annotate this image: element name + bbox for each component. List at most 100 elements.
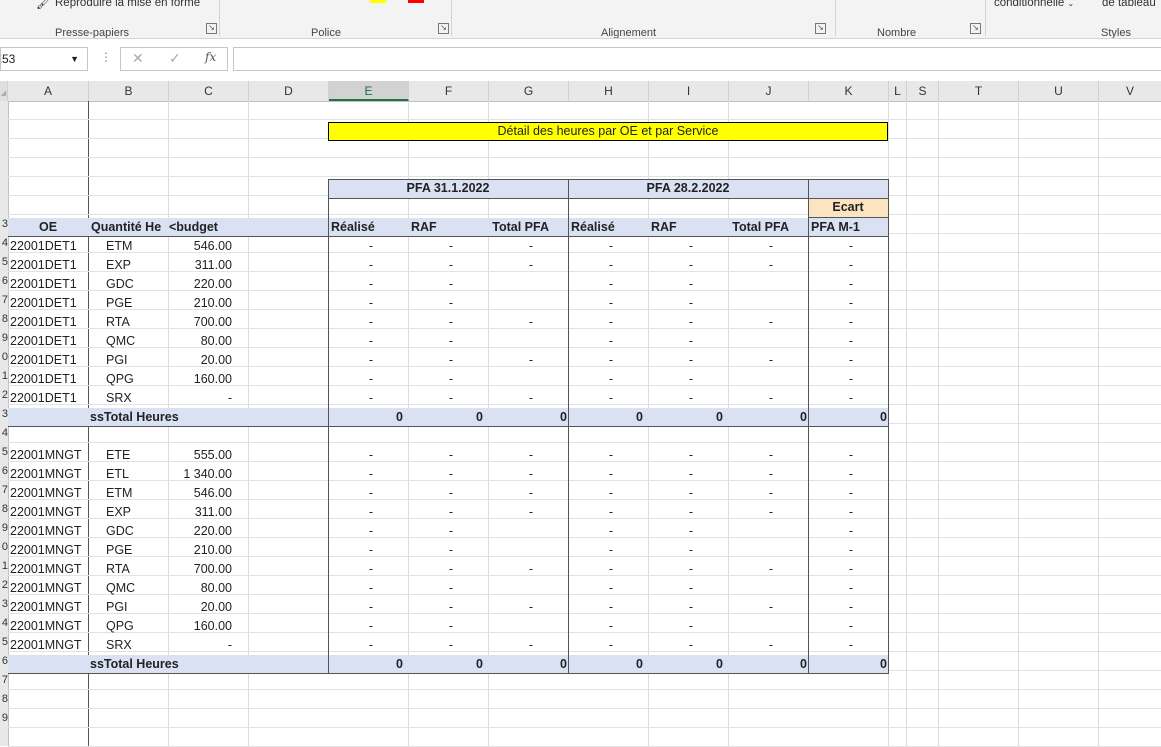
cell-total-2[interactable]: - [729, 598, 777, 617]
cell-raf-1[interactable]: - [409, 617, 457, 636]
cell-service[interactable]: SRX [106, 636, 168, 655]
cell-service[interactable]: QMC [106, 579, 168, 598]
header-pfa-m1[interactable]: PFA M-1 [811, 218, 889, 237]
cell-realise-1[interactable]: - [329, 446, 377, 465]
format-painter-icon[interactable]: 🖌 [36, 0, 51, 10]
cell-pfa-m1[interactable]: - [809, 503, 857, 522]
cell-total-1[interactable] [489, 522, 537, 541]
cell-service[interactable]: QPG [106, 617, 168, 636]
row-header[interactable]: 1 [0, 370, 8, 382]
cell-budget[interactable]: 80.00 [169, 579, 236, 598]
cell-pfa-m1[interactable]: - [809, 541, 857, 560]
column-header-k[interactable]: K [809, 81, 889, 101]
subtotal-value[interactable]: 0 [729, 655, 809, 674]
cell-raf-2[interactable]: - [649, 389, 697, 408]
cell-total-1[interactable] [489, 332, 537, 351]
cell-total-2[interactable] [729, 275, 777, 294]
cell-total-2[interactable] [729, 617, 777, 636]
cell-service[interactable]: QMC [106, 332, 168, 351]
cell-realise-1[interactable]: - [329, 351, 377, 370]
cell-realise-2[interactable]: - [569, 503, 617, 522]
formula-input[interactable] [233, 47, 1161, 71]
ecart-header[interactable]: Ecart [808, 198, 888, 217]
subtotal-value[interactable]: 0 [569, 655, 647, 674]
cell-budget[interactable]: 20.00 [169, 351, 236, 370]
cell-budget[interactable]: 220.00 [169, 522, 236, 541]
more-options-icon[interactable]: ⋮ [100, 50, 112, 64]
cell-budget[interactable]: 700.00 [169, 560, 236, 579]
insert-function-icon[interactable]: fx [205, 50, 216, 64]
cell-total-2[interactable]: - [729, 465, 777, 484]
cell-oe[interactable]: 22001DET1 [10, 370, 88, 389]
cell-raf-2[interactable]: - [649, 294, 697, 313]
cell-budget[interactable]: 546.00 [169, 484, 236, 503]
cell-total-1[interactable] [489, 541, 537, 560]
subtotal-value[interactable]: 0 [409, 655, 487, 674]
cell-budget[interactable]: 220.00 [169, 275, 236, 294]
period-1-header[interactable]: PFA 31.1.2022 [328, 179, 568, 198]
column-header-v[interactable]: V [1099, 81, 1161, 101]
cell-total-2[interactable]: - [729, 256, 777, 275]
header-budget[interactable]: <budget [169, 218, 249, 237]
cell-raf-2[interactable]: - [649, 313, 697, 332]
row-header[interactable]: 5 [0, 256, 8, 268]
cell-total-2[interactable]: - [729, 313, 777, 332]
cell-budget[interactable]: 555.00 [169, 446, 236, 465]
cell-raf-1[interactable]: - [409, 484, 457, 503]
cell-oe[interactable]: 22001DET1 [10, 294, 88, 313]
cell-total-1[interactable]: - [489, 389, 537, 408]
column-header-u[interactable]: U [1019, 81, 1099, 101]
cell-pfa-m1[interactable]: - [809, 237, 857, 256]
cell-realise-1[interactable]: - [329, 275, 377, 294]
cell-raf-2[interactable]: - [649, 465, 697, 484]
cell-realise-2[interactable]: - [569, 560, 617, 579]
cell-raf-2[interactable]: - [649, 560, 697, 579]
cell-raf-1[interactable]: - [409, 256, 457, 275]
cell-oe[interactable]: 22001MNGT [10, 522, 88, 541]
cell-total-2[interactable] [729, 522, 777, 541]
column-header-d[interactable]: D [249, 81, 329, 101]
cell-oe[interactable]: 22001MNGT [10, 579, 88, 598]
cell-service[interactable]: GDC [106, 275, 168, 294]
column-header-f[interactable]: F [409, 81, 489, 101]
cell-service[interactable]: EXP [106, 503, 168, 522]
cell-realise-2[interactable]: - [569, 370, 617, 389]
cell-budget[interactable]: 311.00 [169, 256, 236, 275]
subtotal-label[interactable]: ssTotal Heures [90, 408, 250, 427]
row-header[interactable]: 2 [0, 579, 8, 591]
cell-total-2[interactable]: - [729, 636, 777, 655]
cell-pfa-m1[interactable]: - [809, 256, 857, 275]
row-header[interactable]: 9 [0, 332, 8, 344]
cell-oe[interactable]: 22001DET1 [10, 275, 88, 294]
cell-realise-2[interactable]: - [569, 465, 617, 484]
cell-service[interactable]: ETE [106, 446, 168, 465]
cell-budget[interactable]: 160.00 [169, 370, 236, 389]
cell-raf-2[interactable]: - [649, 237, 697, 256]
cell-pfa-m1[interactable]: - [809, 370, 857, 389]
cell-total-2[interactable] [729, 332, 777, 351]
cell-raf-2[interactable]: - [649, 275, 697, 294]
cell-realise-2[interactable]: - [569, 579, 617, 598]
cell-pfa-m1[interactable]: - [809, 598, 857, 617]
cell-raf-2[interactable]: - [649, 332, 697, 351]
cell-realise-1[interactable]: - [329, 522, 377, 541]
cell-realise-2[interactable]: - [569, 275, 617, 294]
row-header[interactable]: 0 [0, 351, 8, 363]
row-header[interactable]: 8 [0, 313, 8, 325]
row-header[interactable]: 5 [0, 446, 8, 458]
cell-budget[interactable]: 210.00 [169, 294, 236, 313]
row-header[interactable]: 3 [0, 408, 8, 420]
sheet-title[interactable]: Détail des heures par OE et par Service [328, 122, 888, 141]
column-header-b[interactable]: B [89, 81, 169, 101]
row-header[interactable]: 7 [0, 484, 8, 496]
cell-realise-2[interactable]: - [569, 389, 617, 408]
column-header-h[interactable]: H [569, 81, 649, 101]
cell-total-1[interactable]: - [489, 351, 537, 370]
clipboard-launcher-icon[interactable]: ↘ [206, 23, 217, 34]
cell-oe[interactable]: 22001MNGT [10, 598, 88, 617]
cell-raf-2[interactable]: - [649, 446, 697, 465]
row-header[interactable]: 0 [0, 541, 8, 553]
subtotal-value[interactable]: 0 [489, 655, 569, 674]
cell-raf-2[interactable]: - [649, 351, 697, 370]
cell-total-2[interactable]: - [729, 560, 777, 579]
